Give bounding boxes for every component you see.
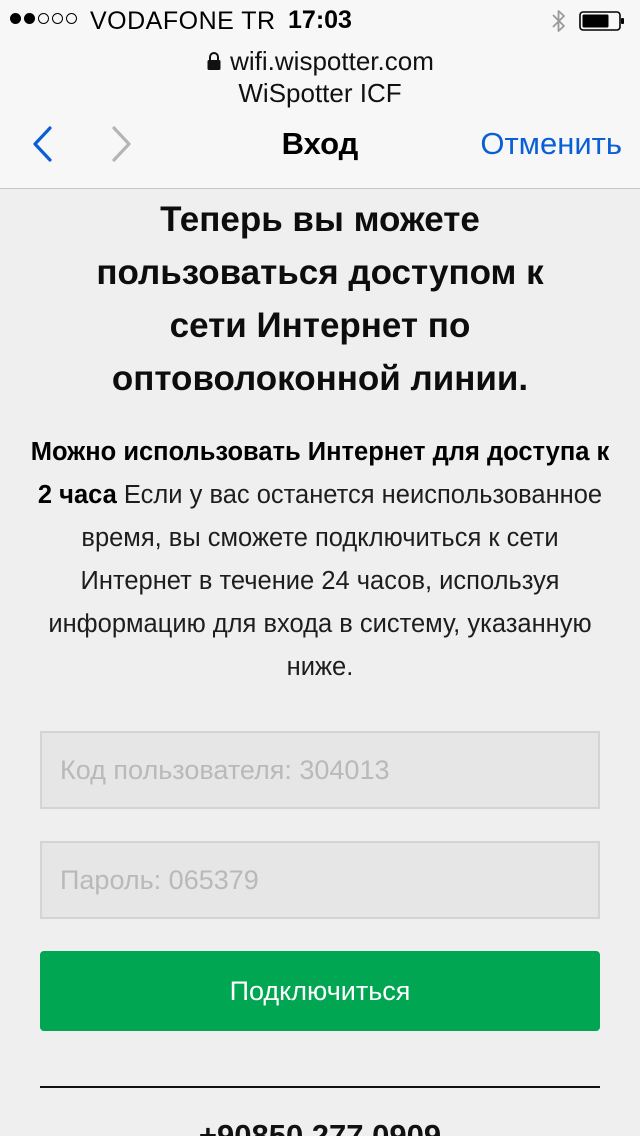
address-bar[interactable]: wifi.wispotter.com — [0, 46, 640, 77]
password-field[interactable]: Пароль: 065379 — [40, 841, 600, 919]
url-text: wifi.wispotter.com — [230, 46, 434, 76]
user-code-field[interactable]: Код пользователя: 304013 — [40, 731, 600, 809]
site-title: WiSpotter ICF — [238, 78, 402, 108]
page-content: Теперь вы можете пользоваться доступом к… — [0, 189, 640, 689]
status-time: 17:03 — [288, 6, 352, 34]
support-phone[interactable]: +90850 277 0909 — [0, 1118, 640, 1136]
divider — [40, 1086, 600, 1088]
info-rest-text: Если у вас останется неиспользованное вр… — [48, 481, 603, 681]
page-headline: Теперь вы можете пользоваться доступом к… — [96, 200, 544, 398]
browser-chrome: VODAFONE TR 17:03 wifi.wispotter.com WiS… — [0, 0, 640, 189]
lock-icon — [207, 52, 221, 70]
battery-icon — [579, 11, 624, 31]
cancel-button[interactable]: Отменить — [480, 126, 622, 162]
bluetooth-icon — [552, 10, 565, 32]
status-bar: VODAFONE TR 17:03 — [0, 0, 640, 40]
info-paragraph: Можно использовать Интернет для доступа … — [30, 431, 610, 689]
screen: VODAFONE TR 17:03 wifi.wispotter.com WiS… — [0, 0, 640, 1136]
connect-button[interactable]: Подключиться — [40, 951, 600, 1031]
